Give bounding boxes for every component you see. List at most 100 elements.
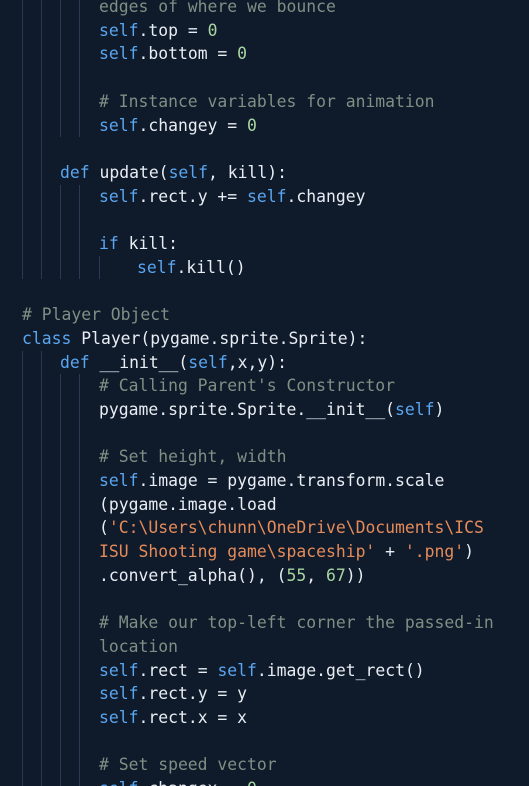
code-line[interactable]: self.kill() [137, 256, 246, 280]
code-token: self [99, 471, 139, 490]
code-token: # Make our top-left corner the passed-in [99, 613, 494, 633]
code-token: __init__( [89, 352, 189, 372]
code-token: .rect = [138, 660, 218, 680]
indent-guide [79, 184, 80, 280]
code-token: self [99, 115, 139, 135]
code-token: .rect.y = y [138, 684, 248, 704]
code-line[interactable]: ISU Shooting game\spaceship' + '.png') [99, 540, 474, 564]
code-token: if [99, 234, 119, 253]
code-line[interactable]: # Make our top-left corner the passed-in [99, 611, 494, 635]
code-token: .image.get_rect() [256, 660, 425, 680]
code-token: kill: [118, 234, 178, 253]
code-token: '.png' [404, 542, 465, 562]
code-line[interactable]: location [99, 635, 178, 659]
code-token: )) [345, 565, 366, 585]
code-token: self [99, 708, 139, 727]
code-token: self [247, 186, 287, 206]
code-token: .changey [286, 186, 366, 206]
code-line[interactable]: class Player(pygame.sprite.Sprite): [22, 327, 367, 351]
indent-guide [79, 374, 80, 786]
code-token: ) [434, 399, 445, 419]
code-token: .rect.x = x [138, 708, 248, 727]
code-token: update( [89, 162, 169, 182]
code-line[interactable]: self.rect.y += self.changey [99, 185, 365, 209]
code-token: self [99, 684, 139, 704]
indent-guide [99, 255, 100, 280]
code-token: ,x,y): [227, 352, 287, 372]
code-token: .kill() [176, 257, 246, 277]
code-token: class [22, 328, 72, 348]
code-token: self [99, 20, 139, 40]
code-token: pygame.sprite.Sprite.__init__( [99, 399, 396, 419]
code-token: .image = pygame.transform.scale [138, 471, 445, 490]
indent-guide [60, 374, 61, 786]
indent-guide [60, 0, 61, 138]
code-line[interactable]: edges of where we bounce [99, 0, 336, 19]
code-token: .rect.y += [138, 186, 248, 206]
code-token: , kill): [208, 162, 287, 182]
code-token: self [168, 162, 209, 182]
code-token: def [60, 352, 90, 372]
indent-guide [22, 350, 23, 786]
code-token: # Set speed vector [99, 755, 277, 775]
code-line[interactable]: def update(self, kill): [60, 161, 287, 185]
code-token: self [137, 257, 177, 277]
code-line[interactable]: # Set height, width [99, 445, 287, 469]
code-token: .changey = [138, 115, 248, 135]
code-line[interactable]: # Player Object [22, 303, 170, 327]
code-token: (pygame.image.load [99, 494, 277, 514]
code-line[interactable]: # Instance variables for animation [99, 90, 435, 114]
code-line[interactable]: # Calling Parent's Constructor [99, 374, 395, 398]
code-line[interactable]: # Set speed vector [99, 753, 277, 777]
code-token: def [60, 162, 90, 182]
code-token: self [395, 399, 435, 419]
code-token: Player(pygame.sprite.Sprite): [71, 328, 368, 348]
code-token: self [217, 660, 257, 680]
code-token: 0 [207, 20, 218, 40]
code-line[interactable]: ('C:\Users\chunn\OneDrive\Documents\ICS [99, 516, 484, 540]
code-token: ( [99, 518, 109, 538]
indent-guide [41, 0, 42, 280]
code-token: 0 [247, 779, 257, 786]
code-line[interactable]: self.rect.y = y [99, 682, 247, 706]
code-token: location [99, 636, 178, 656]
code-token: 0 [237, 44, 248, 64]
code-token: 67 [326, 565, 346, 585]
code-line[interactable]: self.rect.x = x [99, 706, 247, 730]
code-token: # Instance variables for animation [99, 91, 435, 111]
code-token: .changex = [138, 779, 247, 786]
code-line[interactable]: .convert_alpha(), (55, 67)) [99, 564, 366, 588]
indent-guide [41, 350, 42, 786]
code-line[interactable]: (pygame.image.load [99, 493, 277, 517]
code-token: ISU Shooting game\spaceship' [99, 542, 376, 562]
code-line[interactable]: self.image = pygame.transform.scale [99, 469, 444, 493]
code-token: ) [464, 542, 475, 562]
code-line[interactable]: self.changey = 0 [99, 114, 257, 138]
code-line[interactable]: self.top = 0 [99, 19, 217, 43]
code-token: self [188, 352, 228, 372]
code-token: 55 [286, 565, 307, 585]
code-token: .bottom = [138, 44, 238, 64]
code-token: edges of where we bounce [99, 0, 336, 16]
code-token: # Set height, width [99, 447, 287, 467]
code-line[interactable]: pygame.sprite.Sprite.__init__(self) [99, 398, 444, 422]
indent-guide [60, 184, 61, 280]
code-line[interactable]: if kill: [99, 232, 178, 256]
code-line[interactable]: self.changex = 0 [99, 777, 257, 786]
code-token: self [99, 186, 139, 206]
indent-guide [22, 0, 23, 280]
code-token: self [99, 660, 139, 680]
code-token: .convert_alpha(), ( [99, 565, 287, 585]
code-token: + [375, 542, 405, 562]
code-line[interactable]: self.bottom = 0 [99, 42, 247, 66]
code-token: 0 [247, 115, 257, 135]
code-editor[interactable]: edges of where we bounce self.top = 0 self… [0, 0, 529, 786]
code-token: # Player Object [22, 305, 171, 325]
code-token: self [99, 779, 138, 786]
code-line[interactable]: def __init__(self,x,y): [60, 351, 287, 375]
code-token: , [306, 565, 326, 585]
indent-guide [79, 0, 80, 138]
code-line[interactable]: self.rect = self.image.get_rect() [99, 659, 425, 683]
code-token: .top = [138, 20, 208, 40]
code-token: self [99, 44, 139, 64]
